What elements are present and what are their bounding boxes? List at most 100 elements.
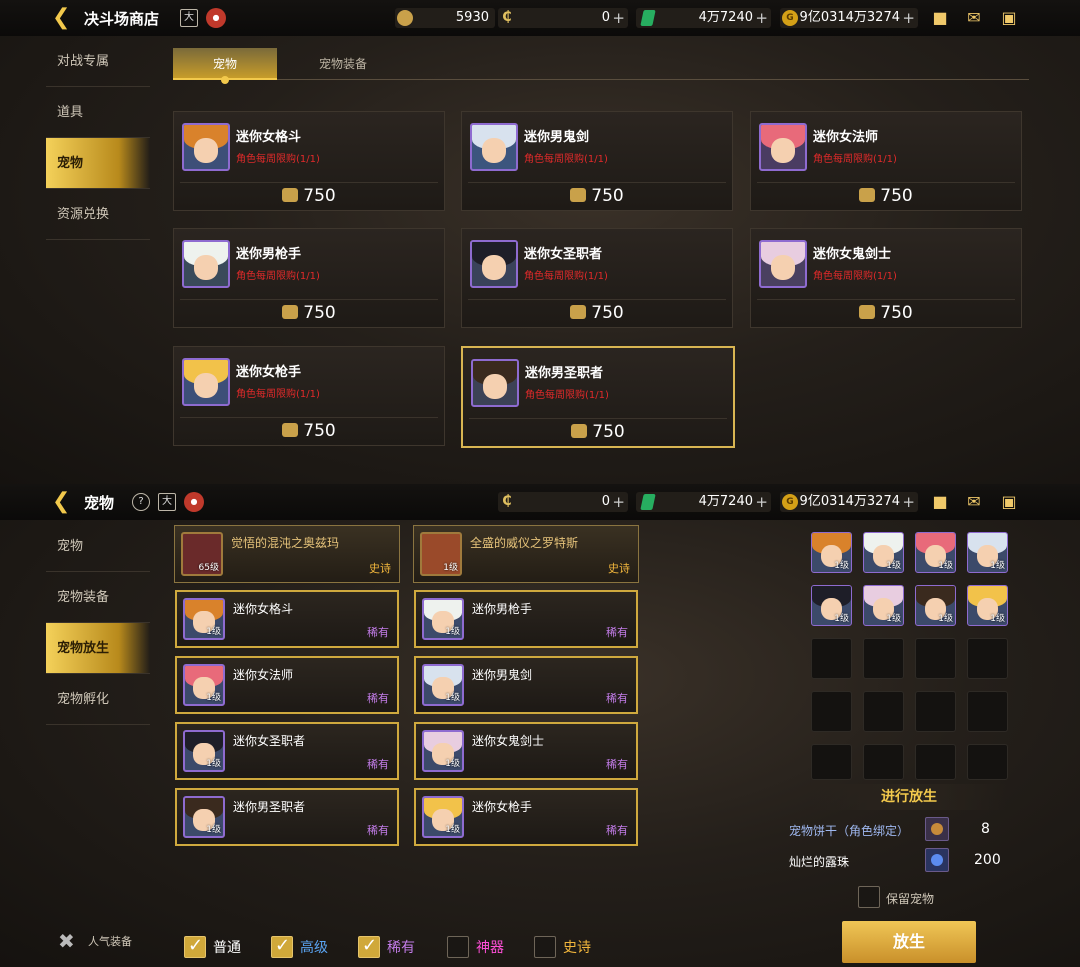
pet-avatar: 1级 [422,598,464,640]
filter-label[interactable]: 史诗 [563,937,591,957]
release-slot-empty[interactable] [967,744,1008,780]
release-slot-filled[interactable]: 1级 [811,585,852,626]
filter-checkbox[interactable] [271,935,293,958]
pet-list-item[interactable]: 1级 迷你女格斗 稀有 [175,590,399,648]
release-slot-empty[interactable] [863,691,904,732]
sidebar-item-pet-hatch[interactable]: 宠物孵化 [46,674,150,725]
release-slot-empty[interactable] [915,691,956,732]
shop-item-card[interactable]: 迷你男鬼剑 角色每周限购(1/1) 750 [461,111,733,211]
sidebar-item-items[interactable]: 道具 [46,87,150,138]
pet-list-item[interactable]: 1级 迷你女法师 稀有 [175,656,399,714]
release-slot-filled[interactable]: 1级 [915,532,956,573]
pet-list-item[interactable]: 1级 迷你女圣职者 稀有 [175,722,399,780]
chat-icon[interactable]: ▣ [998,9,1020,27]
pet-level: 1级 [938,614,953,624]
sidebar-item-pet-release[interactable]: 宠物放生 [46,623,150,674]
calendar-icon[interactable]: 大 [180,9,198,27]
release-slot-empty[interactable] [811,638,852,679]
release-slot-filled[interactable]: 1级 [863,585,904,626]
filter-label[interactable]: 高级 [300,937,328,957]
price-value: 750 [303,186,336,206]
shop-item-card[interactable]: 迷你男圣职者 角色每周限购(1/1) 750 [461,346,735,448]
pet-level: 1级 [445,825,460,835]
add-c-token-icon[interactable]: + [612,8,625,28]
release-slot-empty[interactable] [863,638,904,679]
shop-item-card[interactable]: 迷你男枪手 角色每周限购(1/1) 750 [173,228,445,328]
mail-icon[interactable]: ✉ [963,9,985,27]
pet-name: 迷你男鬼剑 [472,668,533,682]
shop-item-card[interactable]: 迷你女枪手 角色每周限购(1/1) 750 [173,346,445,446]
pet-level: 1级 [206,627,221,637]
release-slot-empty[interactable] [967,691,1008,732]
pet-list-item[interactable]: 1级 迷你男鬼剑 稀有 [414,656,638,714]
filter-checkbox[interactable] [534,936,556,958]
pet-avatar [470,123,518,171]
add-gem-icon[interactable]: + [755,492,768,512]
tab-pet-equipment[interactable]: 宠物装备 [291,48,395,80]
release-slot-empty[interactable] [967,638,1008,679]
release-slot-empty[interactable] [863,744,904,780]
release-slot-empty[interactable] [811,691,852,732]
bag-icon[interactable]: ■ [929,493,951,511]
back-arrow-icon[interactable]: ❮ [52,7,74,29]
price-value: 750 [880,303,913,323]
featured-pet-card[interactable]: 65级 觉悟的混沌之奥兹玛 史诗 [174,525,400,583]
filter-checkbox[interactable] [358,935,380,958]
pet-rarity: 稀有 [606,758,628,771]
shop-item-card[interactable]: 迷你女法师 角色每周限购(1/1) 750 [750,111,1022,211]
filter-label[interactable]: 神器 [476,937,504,957]
sidebar-item-pet[interactable]: 宠物 [46,138,150,189]
featured-pet-card[interactable]: 1级 全盛的威仪之罗特斯 史诗 [413,525,639,583]
bag-icon[interactable]: ■ [929,9,951,27]
divider [757,299,1015,300]
keep-pet-checkbox[interactable] [858,886,880,908]
item-price: 750 [751,184,1021,208]
pet-list-item[interactable]: 1级 迷你女枪手 稀有 [414,788,638,846]
popular-equipment-icon[interactable]: ✖ [58,929,82,953]
pet-rarity: 稀有 [367,692,389,705]
pet-list-item[interactable]: 1级 迷你男枪手 稀有 [414,590,638,648]
back-arrow-icon[interactable]: ❮ [52,491,74,513]
release-slot-filled[interactable]: 1级 [863,532,904,573]
release-slot-empty[interactable] [915,638,956,679]
sidebar-item-pet[interactable]: 宠物 [46,521,150,572]
shop-item-card[interactable]: 迷你女圣职者 角色每周限购(1/1) 750 [461,228,733,328]
pet-avatar: 1级 [183,730,225,772]
add-c-token-icon[interactable]: + [612,492,625,512]
filter-checkbox[interactable] [447,936,469,958]
mail-icon[interactable]: ✉ [963,493,985,511]
item-name: 迷你男枪手 [236,247,302,262]
filter-checkbox[interactable] [184,935,206,958]
filter-label[interactable]: 稀有 [387,937,415,957]
release-slot-filled[interactable]: 1级 [967,532,1008,573]
release-slot-filled[interactable]: 1级 [915,585,956,626]
add-gold-icon[interactable]: + [902,8,915,28]
purchase-limit: 角色每周限购(1/1) [236,154,320,165]
add-gem-icon[interactable]: + [755,8,768,28]
release-slot-filled[interactable]: 1级 [811,532,852,573]
chat-icon[interactable]: ▣ [998,493,1020,511]
popular-equipment-label[interactable]: 人气装备 [88,933,132,949]
event-badge-icon[interactable]: ● [184,492,204,512]
tab-pet[interactable]: 宠物 [173,48,277,84]
shop-item-card[interactable]: 迷你女鬼剑士 角色每周限购(1/1) 750 [750,228,1022,328]
shop-item-card[interactable]: 迷你女格斗 角色每周限购(1/1) 750 [173,111,445,211]
purchase-limit: 角色每周限购(1/1) [813,271,897,282]
reward-dew-label: 灿烂的露珠 [789,855,850,869]
pet-list-item[interactable]: 1级 迷你女鬼剑士 稀有 [414,722,638,780]
calendar-icon[interactable]: 大 [158,493,176,511]
pet-list-item[interactable]: 1级 迷你男圣职者 稀有 [175,788,399,846]
help-icon[interactable]: ? [132,493,150,511]
event-badge-icon[interactable]: ● [206,8,226,28]
release-button[interactable]: 放生 [842,921,976,963]
pet-name: 全盛的威仪之罗特斯 [470,536,579,550]
sidebar-item-pvp[interactable]: 对战专属 [46,36,150,87]
filter-label[interactable]: 普通 [213,937,241,957]
sidebar-item-resource-exchange[interactable]: 资源兑换 [46,189,150,240]
add-gold-icon[interactable]: + [902,492,915,512]
price-value: 750 [591,186,624,206]
sidebar-item-pet-equipment[interactable]: 宠物装备 [46,572,150,623]
release-slot-empty[interactable] [811,744,852,780]
release-slot-filled[interactable]: 1级 [967,585,1008,626]
release-slot-empty[interactable] [915,744,956,780]
